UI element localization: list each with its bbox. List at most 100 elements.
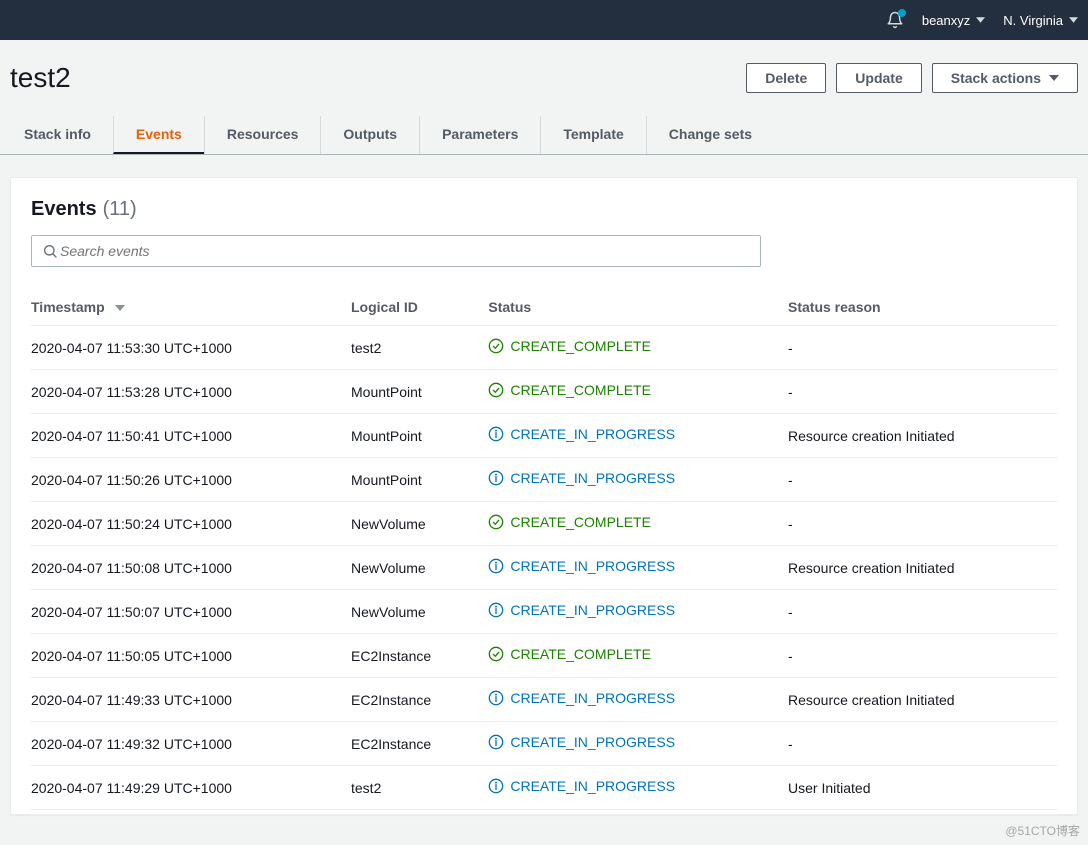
cell-status: CREATE_IN_PROGRESS xyxy=(488,458,788,502)
info-circle-icon xyxy=(488,426,504,442)
title-actions: Delete Update Stack actions xyxy=(746,63,1078,93)
button-label: Stack actions xyxy=(951,70,1041,86)
check-circle-icon xyxy=(488,646,504,662)
status-text: CREATE_COMPLETE xyxy=(510,382,651,398)
title-row: test2 Delete Update Stack actions xyxy=(0,40,1088,116)
status-badge: CREATE_IN_PROGRESS xyxy=(488,470,675,486)
cell-status-reason: - xyxy=(788,502,1057,546)
cell-status: CREATE_IN_PROGRESS xyxy=(488,766,788,810)
tab-parameters[interactable]: Parameters xyxy=(419,116,540,154)
status-text: CREATE_COMPLETE xyxy=(510,514,651,530)
col-status[interactable]: Status xyxy=(488,289,788,326)
table-row: 2020-04-07 11:49:33 UTC+1000EC2InstanceC… xyxy=(31,678,1057,722)
status-badge: CREATE_IN_PROGRESS xyxy=(488,602,675,618)
status-text: CREATE_COMPLETE xyxy=(510,646,651,662)
delete-button[interactable]: Delete xyxy=(746,63,826,93)
col-label: Status xyxy=(488,299,531,315)
notifications-bell[interactable] xyxy=(886,11,904,29)
topnav: beanxyz N. Virginia xyxy=(0,0,1088,40)
table-row: 2020-04-07 11:53:28 UTC+1000MountPoint CR… xyxy=(31,370,1057,414)
status-badge: CREATE_IN_PROGRESS xyxy=(488,778,675,794)
tab-template[interactable]: Template xyxy=(540,116,645,154)
region-name: N. Virginia xyxy=(1003,13,1063,28)
col-logical-id[interactable]: Logical ID xyxy=(351,289,488,326)
events-panel: Events (11) Timestamp Logical ID Status … xyxy=(10,177,1078,815)
search-input[interactable] xyxy=(58,242,750,260)
cell-logical-id: test2 xyxy=(351,326,488,370)
col-status-reason[interactable]: Status reason xyxy=(788,289,1057,326)
table-row: 2020-04-07 11:49:29 UTC+1000test2CREATE_… xyxy=(31,766,1057,810)
cell-logical-id: EC2Instance xyxy=(351,634,488,678)
info-circle-icon xyxy=(488,602,504,618)
cell-status-reason: Resource creation Initiated xyxy=(788,414,1057,458)
status-text: CREATE_IN_PROGRESS xyxy=(510,602,675,618)
cell-status-reason: User Initiated xyxy=(788,766,1057,810)
col-label: Timestamp xyxy=(31,299,105,315)
col-label: Status reason xyxy=(788,299,881,315)
cell-status-reason: - xyxy=(788,590,1057,634)
table-row: 2020-04-07 11:50:07 UTC+1000NewVolume CRE… xyxy=(31,590,1057,634)
table-row: 2020-04-07 11:50:08 UTC+1000NewVolumeCRE… xyxy=(31,546,1057,590)
tab-change-sets[interactable]: Change sets xyxy=(646,116,774,154)
status-text: CREATE_IN_PROGRESS xyxy=(510,470,675,486)
notification-dot-icon xyxy=(898,9,906,17)
button-label: Update xyxy=(855,70,902,86)
tab-stack-info[interactable]: Stack info xyxy=(10,116,113,154)
region-menu[interactable]: N. Virginia xyxy=(1003,13,1078,28)
cell-timestamp: 2020-04-07 11:50:07 UTC+1000 xyxy=(31,590,351,634)
table-row: 2020-04-07 11:49:32 UTC+1000EC2InstanceC… xyxy=(31,722,1057,766)
sort-desc-icon xyxy=(115,305,125,311)
table-row: 2020-04-07 11:50:05 UTC+1000EC2Instance C… xyxy=(31,634,1057,678)
page-title: test2 xyxy=(10,62,71,94)
cell-status-reason: - xyxy=(788,458,1057,502)
cell-status: CREATE_COMPLETE xyxy=(488,326,788,370)
cell-timestamp: 2020-04-07 11:49:29 UTC+1000 xyxy=(31,766,351,810)
cell-status-reason: - xyxy=(788,634,1057,678)
panel-title: Events xyxy=(31,198,97,221)
panel-count: (11) xyxy=(103,198,137,221)
search-events[interactable] xyxy=(31,235,761,267)
watermark: @51CTO博客 xyxy=(1005,822,1080,839)
cell-status-reason: - xyxy=(788,722,1057,766)
update-button[interactable]: Update xyxy=(836,63,921,93)
cell-timestamp: 2020-04-07 11:50:26 UTC+1000 xyxy=(31,458,351,502)
cell-logical-id: test2 xyxy=(351,766,488,810)
cell-timestamp: 2020-04-07 11:50:05 UTC+1000 xyxy=(31,634,351,678)
tab-events[interactable]: Events xyxy=(113,116,204,154)
cell-timestamp: 2020-04-07 11:53:28 UTC+1000 xyxy=(31,370,351,414)
cell-logical-id: NewVolume xyxy=(351,590,488,634)
status-badge: CREATE_IN_PROGRESS xyxy=(488,426,675,442)
status-badge: CREATE_COMPLETE xyxy=(488,514,651,530)
check-circle-icon xyxy=(488,338,504,354)
col-timestamp[interactable]: Timestamp xyxy=(31,289,351,326)
status-text: CREATE_IN_PROGRESS xyxy=(510,426,675,442)
status-badge: CREATE_IN_PROGRESS xyxy=(488,734,675,750)
table-row: 2020-04-07 11:50:41 UTC+1000MountPointCR… xyxy=(31,414,1057,458)
tab-outputs[interactable]: Outputs xyxy=(320,116,419,154)
cell-status: CREATE_IN_PROGRESS xyxy=(488,414,788,458)
cell-status-reason: - xyxy=(788,370,1057,414)
info-circle-icon xyxy=(488,690,504,706)
status-badge: CREATE_COMPLETE xyxy=(488,338,651,354)
cell-status-reason: Resource creation Initiated xyxy=(788,678,1057,722)
check-circle-icon xyxy=(488,514,504,530)
info-circle-icon xyxy=(488,470,504,486)
account-menu[interactable]: beanxyz xyxy=(922,13,985,28)
tabs: Stack infoEventsResourcesOutputsParamete… xyxy=(0,116,1088,155)
cell-status: CREATE_COMPLETE xyxy=(488,370,788,414)
status-text: CREATE_COMPLETE xyxy=(510,338,651,354)
cell-status: CREATE_IN_PROGRESS xyxy=(488,590,788,634)
cell-status: CREATE_COMPLETE xyxy=(488,502,788,546)
caret-down-icon xyxy=(976,17,985,23)
status-badge: CREATE_COMPLETE xyxy=(488,382,651,398)
col-label: Logical ID xyxy=(351,299,418,315)
check-circle-icon xyxy=(488,382,504,398)
cell-timestamp: 2020-04-07 11:49:33 UTC+1000 xyxy=(31,678,351,722)
status-text: CREATE_IN_PROGRESS xyxy=(510,558,675,574)
account-name: beanxyz xyxy=(922,13,970,28)
cell-logical-id: MountPoint xyxy=(351,370,488,414)
info-circle-icon xyxy=(488,734,504,750)
tab-resources[interactable]: Resources xyxy=(204,116,321,154)
stack-actions-button[interactable]: Stack actions xyxy=(932,63,1078,93)
table-row: 2020-04-07 11:50:26 UTC+1000MountPointCR… xyxy=(31,458,1057,502)
